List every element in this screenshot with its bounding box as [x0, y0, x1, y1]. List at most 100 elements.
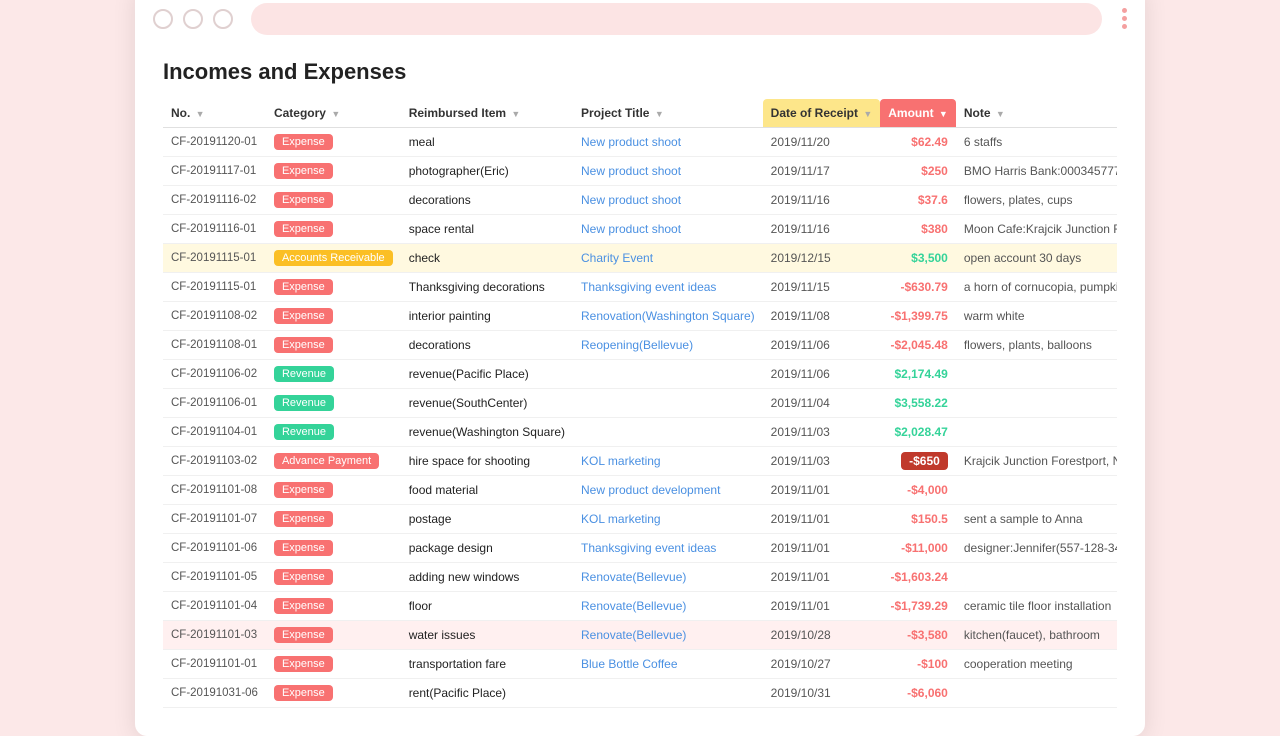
window-dot-3[interactable] [213, 9, 233, 29]
category-badge: Expense [274, 598, 333, 614]
table-row: CF-20191108-01ExpensedecorationsReopenin… [163, 330, 1117, 359]
project-link[interactable]: Thanksgiving event ideas [581, 280, 716, 294]
col-category[interactable]: Category ▼ [266, 99, 401, 128]
cell-project-title[interactable]: New product shoot [573, 156, 763, 185]
cell-note: kitchen(faucet), bathroom [956, 620, 1117, 649]
cell-no: CF-20191101-05 [163, 562, 266, 591]
col-reimbursed-item[interactable]: Reimbursed Item ▼ [401, 99, 573, 128]
cell-reimbursed-item: postage [401, 504, 573, 533]
cell-category: Expense [266, 301, 401, 330]
project-link[interactable]: Renovate(Bellevue) [581, 628, 686, 642]
cell-no: CF-20191101-03 [163, 620, 266, 649]
project-link[interactable]: New product shoot [581, 135, 681, 149]
table-row: CF-20191101-08Expensefood materialNew pr… [163, 475, 1117, 504]
address-bar[interactable] [251, 3, 1102, 35]
cell-category: Expense [266, 214, 401, 243]
cell-reimbursed-item: decorations [401, 330, 573, 359]
table-row: CF-20191108-02Expenseinterior paintingRe… [163, 301, 1117, 330]
project-link[interactable]: Thanksgiving event ideas [581, 541, 716, 555]
window-dot-1[interactable] [153, 9, 173, 29]
cell-date: 2019/11/01 [763, 504, 881, 533]
project-link[interactable]: New product development [581, 483, 720, 497]
cell-date: 2019/11/01 [763, 562, 881, 591]
cell-project-title[interactable]: New product shoot [573, 185, 763, 214]
project-link[interactable]: KOL marketing [581, 454, 661, 468]
expenses-table: No. ▼ Category ▼ Reimbursed Item ▼ Proje… [163, 99, 1117, 708]
window-dot-2[interactable] [183, 9, 203, 29]
cell-category: Expense [266, 678, 401, 707]
cell-project-title [573, 388, 763, 417]
project-link[interactable]: KOL marketing [581, 512, 661, 526]
cell-project-title[interactable]: New product shoot [573, 127, 763, 156]
project-link[interactable]: Renovation(Washington Square) [581, 309, 755, 323]
project-link[interactable]: Reopening(Bellevue) [581, 338, 693, 352]
cell-project-title [573, 359, 763, 388]
cell-no: CF-20191101-08 [163, 475, 266, 504]
cell-reimbursed-item: revenue(SouthCenter) [401, 388, 573, 417]
cell-note [956, 388, 1117, 417]
cell-date: 2019/11/03 [763, 446, 881, 475]
category-badge: Expense [274, 337, 333, 353]
cell-reimbursed-item: food material [401, 475, 573, 504]
cell-project-title[interactable]: KOL marketing [573, 504, 763, 533]
cell-date: 2019/10/31 [763, 678, 881, 707]
cell-no: CF-20191103-02 [163, 446, 266, 475]
cell-project-title[interactable]: Charity Event [573, 243, 763, 272]
category-badge: Expense [274, 627, 333, 643]
cell-reimbursed-item: hire space for shooting [401, 446, 573, 475]
cell-project-title[interactable]: New product shoot [573, 214, 763, 243]
cell-project-title[interactable]: Thanksgiving event ideas [573, 272, 763, 301]
project-link[interactable]: Charity Event [581, 251, 653, 265]
cell-project-title[interactable]: Blue Bottle Coffee [573, 649, 763, 678]
cell-category: Revenue [266, 417, 401, 446]
cell-project-title[interactable]: Renovate(Bellevue) [573, 591, 763, 620]
col-no[interactable]: No. ▼ [163, 99, 266, 128]
cell-note: Moon Cafe:Krajcik Junction Forestport, N… [956, 214, 1117, 243]
cell-amount: $62.49 [880, 127, 956, 156]
cell-note [956, 417, 1117, 446]
project-link[interactable]: New product shoot [581, 193, 681, 207]
sort-icon-date: ▼ [863, 109, 872, 119]
cell-project-title[interactable]: Renovation(Washington Square) [573, 301, 763, 330]
cell-no: CF-20191101-07 [163, 504, 266, 533]
cell-amount: $250 [880, 156, 956, 185]
cell-no: CF-20191116-02 [163, 185, 266, 214]
table-row: CF-20191116-01Expensespace rentalNew pro… [163, 214, 1117, 243]
project-link[interactable]: Renovate(Bellevue) [581, 599, 686, 613]
category-badge: Expense [274, 685, 333, 701]
project-link[interactable]: New product shoot [581, 164, 681, 178]
category-badge: Expense [274, 656, 333, 672]
cell-project-title[interactable]: New product development [573, 475, 763, 504]
category-badge: Expense [274, 192, 333, 208]
cell-category: Expense [266, 272, 401, 301]
col-project-title[interactable]: Project Title ▼ [573, 99, 763, 128]
project-link[interactable]: New product shoot [581, 222, 681, 236]
cell-amount: -$3,580 [880, 620, 956, 649]
cell-project-title[interactable]: Thanksgiving event ideas [573, 533, 763, 562]
cell-project-title[interactable]: Renovate(Bellevue) [573, 562, 763, 591]
cell-category: Expense [266, 533, 401, 562]
project-link[interactable]: Blue Bottle Coffee [581, 657, 678, 671]
cell-amount: -$100 [880, 649, 956, 678]
sort-icon-no: ▼ [196, 109, 205, 119]
col-date-of-receipt[interactable]: Date of Receipt ▼ [763, 99, 881, 128]
cell-project-title[interactable]: Reopening(Bellevue) [573, 330, 763, 359]
cell-amount: $2,028.47 [880, 417, 956, 446]
cell-reimbursed-item: floor [401, 591, 573, 620]
cell-amount: -$11,000 [880, 533, 956, 562]
cell-date: 2019/11/15 [763, 272, 881, 301]
cell-project-title[interactable]: KOL marketing [573, 446, 763, 475]
cell-no: CF-20191031-06 [163, 678, 266, 707]
project-link[interactable]: Renovate(Bellevue) [581, 570, 686, 584]
cell-project-title [573, 678, 763, 707]
menu-dot-2 [1122, 16, 1127, 21]
cell-reimbursed-item: adding new windows [401, 562, 573, 591]
cell-amount: -$2,045.48 [880, 330, 956, 359]
cell-note: a horn of cornucopia, pumpkins [956, 272, 1117, 301]
cell-note: warm white [956, 301, 1117, 330]
cell-amount: -$1,739.29 [880, 591, 956, 620]
col-amount[interactable]: Amount ▼ [880, 99, 956, 128]
col-note[interactable]: Note ▼ [956, 99, 1117, 128]
cell-project-title[interactable]: Renovate(Bellevue) [573, 620, 763, 649]
category-badge: Advance Payment [274, 453, 379, 469]
